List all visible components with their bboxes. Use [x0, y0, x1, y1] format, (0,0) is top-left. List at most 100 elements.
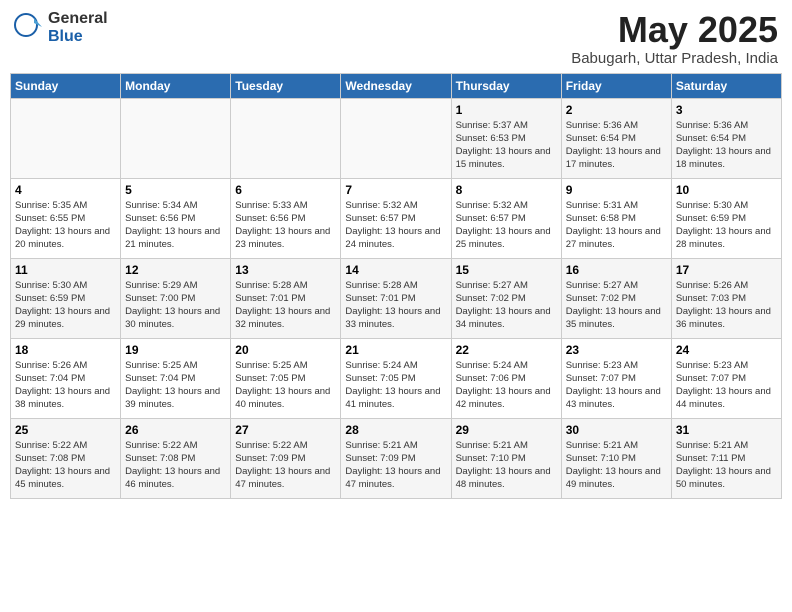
day-number: 14 [345, 263, 446, 277]
calendar-cell [231, 98, 341, 178]
day-number: 10 [676, 183, 777, 197]
day-content: Sunrise: 5:22 AM Sunset: 7:09 PM Dayligh… [235, 439, 336, 492]
location-subtitle: Babugarh, Uttar Pradesh, India [571, 50, 778, 67]
day-number: 13 [235, 263, 336, 277]
day-content: Sunrise: 5:27 AM Sunset: 7:02 PM Dayligh… [456, 279, 557, 332]
day-content: Sunrise: 5:21 AM Sunset: 7:10 PM Dayligh… [566, 439, 667, 492]
calendar-cell: 16Sunrise: 5:27 AM Sunset: 7:02 PM Dayli… [561, 258, 671, 338]
day-number: 12 [125, 263, 226, 277]
day-content: Sunrise: 5:28 AM Sunset: 7:01 PM Dayligh… [345, 279, 446, 332]
day-content: Sunrise: 5:27 AM Sunset: 7:02 PM Dayligh… [566, 279, 667, 332]
calendar-cell: 2 Sunrise: 5:36 AM Sunset: 6:54 PM Daylig… [561, 98, 671, 178]
day-number: 15 [456, 263, 557, 277]
calendar-cell: 4 Sunrise: 5:35 AM Sunset: 6:55 PM Daylig… [11, 178, 121, 258]
calendar-table: SundayMondayTuesdayWednesdayThursdayFrid… [10, 73, 782, 499]
day-content: Sunrise: 5:25 AM Sunset: 7:04 PM Dayligh… [125, 359, 226, 412]
calendar-cell: 3 Sunrise: 5:36 AM Sunset: 6:54 PM Daylig… [671, 98, 781, 178]
calendar-cell: 18 Sunrise: 5:26 AM Sunset: 7:04 PM Dayli… [11, 338, 121, 418]
calendar-cell: 30 Sunrise: 5:21 AM Sunset: 7:10 PM Dayli… [561, 418, 671, 498]
logo: General Blue [14, 10, 108, 45]
logo-blue: Blue [48, 28, 108, 46]
day-content: Sunrise: 5:23 AM Sunset: 7:07 PM Dayligh… [566, 359, 667, 412]
day-content: Sunrise: 5:36 AM Sunset: 6:54 PM Dayligh… [676, 119, 777, 172]
day-content: Sunrise: 5:29 AM Sunset: 7:00 PM Dayligh… [125, 279, 226, 332]
day-content: Sunrise: 5:33 AM Sunset: 6:56 PM Dayligh… [235, 199, 336, 252]
day-content: Sunrise: 5:30 AM Sunset: 6:59 PM Dayligh… [15, 279, 116, 332]
calendar-cell: 19 Sunrise: 5:25 AM Sunset: 7:04 PM Dayli… [121, 338, 231, 418]
calendar-cell: 1Sunrise: 5:37 AM Sunset: 6:53 PM Daylig… [451, 98, 561, 178]
day-number: 11 [15, 263, 116, 277]
day-content: Sunrise: 5:34 AM Sunset: 6:56 PM Dayligh… [125, 199, 226, 252]
day-number: 27 [235, 423, 336, 437]
day-header-tuesday: Tuesday [231, 73, 341, 98]
day-number: 3 [676, 103, 777, 117]
calendar-cell: 11 Sunrise: 5:30 AM Sunset: 6:59 PM Dayli… [11, 258, 121, 338]
day-number: 28 [345, 423, 446, 437]
day-header-wednesday: Wednesday [341, 73, 451, 98]
calendar-cell: 12 Sunrise: 5:29 AM Sunset: 7:00 PM Dayli… [121, 258, 231, 338]
calendar-cell: 5 Sunrise: 5:34 AM Sunset: 6:56 PM Daylig… [121, 178, 231, 258]
day-number: 1 [456, 103, 557, 117]
day-content: Sunrise: 5:22 AM Sunset: 7:08 PM Dayligh… [125, 439, 226, 492]
day-content: Sunrise: 5:31 AM Sunset: 6:58 PM Dayligh… [566, 199, 667, 252]
day-content: Sunrise: 5:35 AM Sunset: 6:55 PM Dayligh… [15, 199, 116, 252]
calendar-cell: 23Sunrise: 5:23 AM Sunset: 7:07 PM Dayli… [561, 338, 671, 418]
calendar-week-3: 11 Sunrise: 5:30 AM Sunset: 6:59 PM Dayli… [11, 258, 782, 338]
calendar-cell: 6Sunrise: 5:33 AM Sunset: 6:56 PM Daylig… [231, 178, 341, 258]
calendar-cell [121, 98, 231, 178]
day-content: Sunrise: 5:32 AM Sunset: 6:57 PM Dayligh… [345, 199, 446, 252]
day-content: Sunrise: 5:26 AM Sunset: 7:03 PM Dayligh… [676, 279, 777, 332]
day-header-saturday: Saturday [671, 73, 781, 98]
calendar-cell: 13Sunrise: 5:28 AM Sunset: 7:01 PM Dayli… [231, 258, 341, 338]
calendar-cell: 15 Sunrise: 5:27 AM Sunset: 7:02 PM Dayli… [451, 258, 561, 338]
day-number: 2 [566, 103, 667, 117]
calendar-cell: 9Sunrise: 5:31 AM Sunset: 6:58 PM Daylig… [561, 178, 671, 258]
day-content: Sunrise: 5:21 AM Sunset: 7:09 PM Dayligh… [345, 439, 446, 492]
logo-icon [14, 13, 44, 43]
day-content: Sunrise: 5:23 AM Sunset: 7:07 PM Dayligh… [676, 359, 777, 412]
calendar-week-1: 1Sunrise: 5:37 AM Sunset: 6:53 PM Daylig… [11, 98, 782, 178]
day-number: 8 [456, 183, 557, 197]
calendar-cell: 29 Sunrise: 5:21 AM Sunset: 7:10 PM Dayli… [451, 418, 561, 498]
day-number: 4 [15, 183, 116, 197]
calendar-cell: 31 Sunrise: 5:21 AM Sunset: 7:11 PM Dayli… [671, 418, 781, 498]
logo-general: General [48, 10, 108, 28]
day-number: 17 [676, 263, 777, 277]
day-content: Sunrise: 5:21 AM Sunset: 7:10 PM Dayligh… [456, 439, 557, 492]
calendar-cell: 25Sunrise: 5:22 AM Sunset: 7:08 PM Dayli… [11, 418, 121, 498]
day-number: 22 [456, 343, 557, 357]
day-content: Sunrise: 5:24 AM Sunset: 7:06 PM Dayligh… [456, 359, 557, 412]
calendar-cell: 20Sunrise: 5:25 AM Sunset: 7:05 PM Dayli… [231, 338, 341, 418]
day-content: Sunrise: 5:36 AM Sunset: 6:54 PM Dayligh… [566, 119, 667, 172]
day-number: 20 [235, 343, 336, 357]
calendar-cell [11, 98, 121, 178]
page-header: General Blue May 2025 Babugarh, Uttar Pr… [10, 10, 782, 67]
day-number: 7 [345, 183, 446, 197]
day-header-monday: Monday [121, 73, 231, 98]
day-header-friday: Friday [561, 73, 671, 98]
calendar-cell: 14 Sunrise: 5:28 AM Sunset: 7:01 PM Dayli… [341, 258, 451, 338]
header-row: SundayMondayTuesdayWednesdayThursdayFrid… [11, 73, 782, 98]
day-content: Sunrise: 5:21 AM Sunset: 7:11 PM Dayligh… [676, 439, 777, 492]
calendar-week-5: 25Sunrise: 5:22 AM Sunset: 7:08 PM Dayli… [11, 418, 782, 498]
calendar-week-4: 18 Sunrise: 5:26 AM Sunset: 7:04 PM Dayli… [11, 338, 782, 418]
calendar-cell: 21Sunrise: 5:24 AM Sunset: 7:05 PM Dayli… [341, 338, 451, 418]
day-header-sunday: Sunday [11, 73, 121, 98]
calendar-cell: 10Sunrise: 5:30 AM Sunset: 6:59 PM Dayli… [671, 178, 781, 258]
day-number: 30 [566, 423, 667, 437]
day-number: 24 [676, 343, 777, 357]
day-number: 19 [125, 343, 226, 357]
calendar-cell: 28 Sunrise: 5:21 AM Sunset: 7:09 PM Dayli… [341, 418, 451, 498]
day-header-thursday: Thursday [451, 73, 561, 98]
day-number: 26 [125, 423, 226, 437]
day-number: 29 [456, 423, 557, 437]
day-content: Sunrise: 5:26 AM Sunset: 7:04 PM Dayligh… [15, 359, 116, 412]
day-number: 18 [15, 343, 116, 357]
calendar-cell: 8 Sunrise: 5:32 AM Sunset: 6:57 PM Daylig… [451, 178, 561, 258]
day-content: Sunrise: 5:22 AM Sunset: 7:08 PM Dayligh… [15, 439, 116, 492]
day-number: 31 [676, 423, 777, 437]
calendar-week-2: 4 Sunrise: 5:35 AM Sunset: 6:55 PM Daylig… [11, 178, 782, 258]
day-content: Sunrise: 5:24 AM Sunset: 7:05 PM Dayligh… [345, 359, 446, 412]
day-number: 5 [125, 183, 226, 197]
day-content: Sunrise: 5:32 AM Sunset: 6:57 PM Dayligh… [456, 199, 557, 252]
